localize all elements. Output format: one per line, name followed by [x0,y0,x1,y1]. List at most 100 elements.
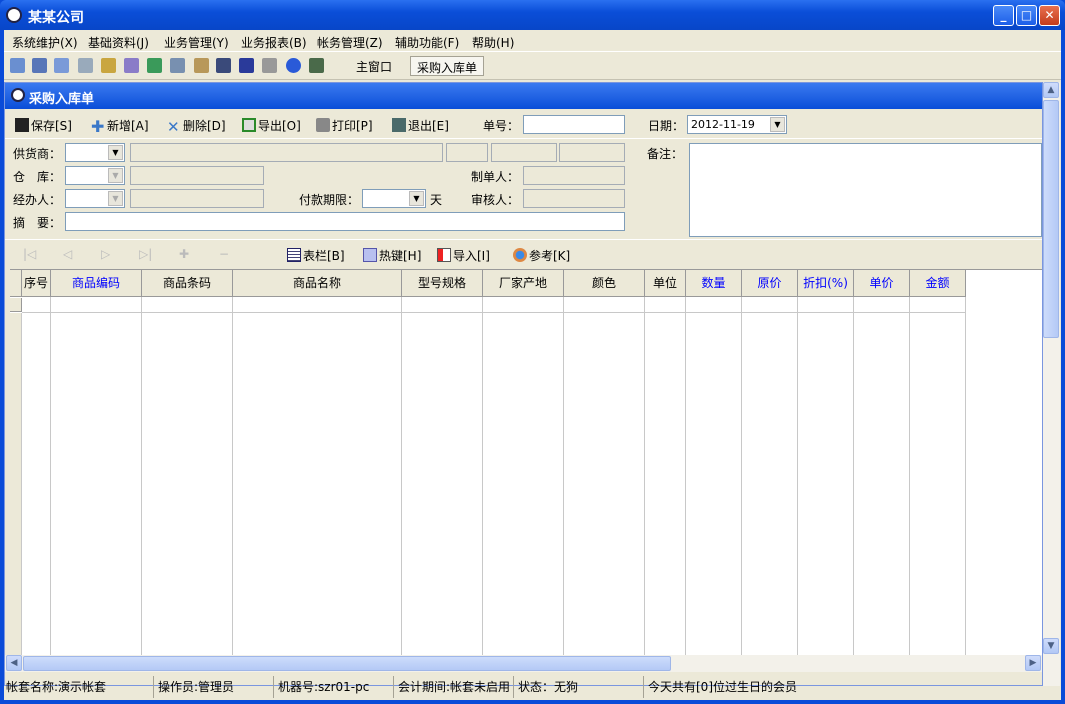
minimize-button[interactable]: _ [993,5,1014,26]
supplier-select[interactable]: ▼ [65,143,125,162]
last-record-icon[interactable]: ▷| [139,247,152,261]
print-label: 打印[P] [332,119,373,133]
column-header[interactable]: 原价 [742,270,798,297]
chevron-down-icon[interactable]: ▼ [108,191,123,206]
exit-icon[interactable] [309,58,324,73]
column-header[interactable]: 商品编码 [51,270,142,297]
menu-basic-data[interactable]: 基础资料(J) [88,34,149,51]
remark-textarea[interactable] [689,143,1042,237]
columns-label: 表栏[B] [303,249,345,263]
grid-column [742,270,798,656]
excel-icon [242,118,256,132]
chevron-down-icon[interactable]: ▼ [108,168,123,183]
column-header[interactable]: 数量 [686,270,742,297]
menu-help[interactable]: 帮助(H) [472,34,514,51]
exit-icon [392,118,406,132]
users-icon[interactable] [147,58,162,73]
payment-term-select[interactable]: ▼ [362,189,426,208]
warehouse-select[interactable]: ▼ [65,166,125,185]
reference-icon [513,248,527,262]
menu-reports[interactable]: 业务报表(B) [241,34,307,51]
column-header[interactable]: 折扣(%) [798,270,854,297]
scroll-up-icon[interactable]: ▲ [1043,82,1059,98]
money-icon[interactable] [101,58,116,73]
scroll-down-icon[interactable]: ▼ [1043,638,1059,654]
scroll-thumb[interactable] [23,656,671,671]
hotkey-button[interactable]: 热键[H] [363,247,421,264]
close-button[interactable]: ✕ [1039,5,1060,26]
keyboard-icon [363,248,377,262]
menu-system[interactable]: 系统维护(X) [12,34,78,51]
items-grid[interactable]: 序号 商品编码 商品条码 商品名称 型号规格 厂家产地 颜色 单位 数量 原价 折扣(%) 单价 金额 [10,269,1042,656]
tab-main-window[interactable]: 主窗口 [350,56,398,76]
status-bar: 帐套名称:演示帐套 操作员:管理员 机器号:szr01-pc 会计期间:帐套未启… [4,676,1061,700]
add-button[interactable]: ✚ 新增[A] [91,117,149,135]
edit-icon[interactable] [194,58,209,73]
order-no-label: 单号： [483,119,520,133]
column-header[interactable]: 颜色 [564,270,645,297]
summary-input[interactable] [65,212,625,231]
column-header[interactable]: 型号规格 [402,270,483,297]
add-row-icon[interactable]: ✚ [179,247,189,261]
handler-select[interactable]: ▼ [65,189,125,208]
summary-label: 摘 要： [13,216,62,230]
auditor-label: 审核人： [471,193,520,207]
column-header[interactable]: 单位 [645,270,686,297]
documents-icon[interactable] [170,58,185,73]
column-header[interactable]: 金额 [910,270,966,297]
chevron-down-icon[interactable]: ▼ [108,145,123,160]
column-header[interactable]: 商品名称 [233,270,402,297]
menu-accounts[interactable]: 帐务管理(Z) [317,34,383,51]
chevron-down-icon[interactable]: ▼ [770,117,785,132]
column-header[interactable]: 厂家产地 [483,270,564,297]
handler-name-field [130,189,264,208]
order-no-input[interactable] [523,115,625,134]
grid-column [686,270,742,656]
card-icon[interactable] [216,58,231,73]
save-icon[interactable] [239,58,254,73]
menu-business[interactable]: 业务管理(Y) [164,34,229,51]
first-record-icon[interactable]: |◁ [23,247,36,261]
table-row[interactable] [22,312,966,313]
table-icon[interactable] [10,58,25,73]
search-icon[interactable] [78,58,93,73]
date-picker[interactable]: 2012-11-19 ▼ [687,115,787,134]
save-button[interactable]: 保存[S] [15,117,72,134]
import-button[interactable]: 导入[I] [437,247,490,264]
doc-icon [11,88,25,102]
maximize-button[interactable]: □ [1016,5,1037,26]
horizontal-scrollbar[interactable]: ◀ ▶ [5,655,1042,672]
maker-field [523,166,625,185]
print-button[interactable]: 打印[P] [316,117,373,134]
delete-row-icon[interactable]: − [219,247,229,261]
scroll-thumb[interactable] [1043,100,1059,338]
columns-button[interactable]: 表栏[B] [287,247,345,264]
scroll-right-icon[interactable]: ▶ [1025,655,1041,671]
supplier-extra-field [559,143,625,162]
exit-button[interactable]: 退出[E] [392,117,449,134]
scroll-left-icon[interactable]: ◀ [6,655,22,671]
list-icon[interactable] [32,58,47,73]
export-button[interactable]: 导出[O] [242,117,301,134]
help-icon[interactable] [286,58,301,73]
prev-record-icon[interactable]: ◁ [63,247,72,261]
chevron-down-icon[interactable]: ▼ [409,191,424,206]
document-title-bar: 采购入库单 [5,83,1042,109]
next-record-icon[interactable]: ▷ [101,247,110,261]
column-header[interactable]: 序号 [22,270,51,297]
grid-column [22,270,51,656]
print-icon[interactable] [262,58,277,73]
vertical-scrollbar[interactable]: ▲ ▼ [1043,82,1060,686]
grid-column [51,270,142,656]
row-header-corner [10,270,22,297]
print-icon [316,118,330,132]
menu-tools[interactable]: 辅助功能(F) [395,34,459,51]
tools-icon[interactable] [124,58,139,73]
date-value: 2012-11-19 [691,118,755,131]
reference-button[interactable]: 参考[K] [513,247,570,264]
column-header[interactable]: 单价 [854,270,910,297]
delete-button[interactable]: ✕ 删除[D] [167,117,226,135]
column-header[interactable]: 商品条码 [142,270,233,297]
windows-icon[interactable] [54,58,69,73]
tab-purchase-receipt[interactable]: 采购入库单 [410,56,485,76]
